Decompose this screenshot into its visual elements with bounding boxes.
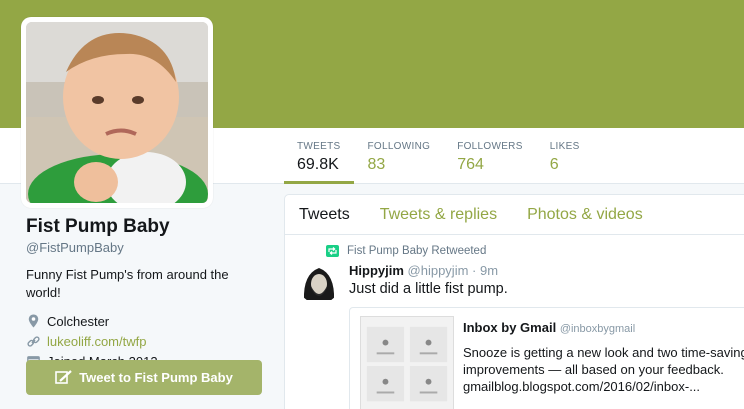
tweet-header: Hippyjim @hippyjim · 9m	[349, 262, 739, 279]
tweet-text: Just did a little fist pump.	[349, 281, 508, 297]
profile-stats: TWEETS 69.8K FOLLOWING 83 FOLLOWERS 764 …	[284, 128, 594, 184]
tweet-time[interactable]: 9m	[480, 263, 498, 278]
card-content: Inbox by Gmail @inboxbygmail Snooze is g…	[463, 319, 744, 395]
card-description: Snooze is getting a new look and two tim…	[463, 345, 744, 377]
stat-following[interactable]: FOLLOWING 83	[354, 128, 444, 184]
profile-handle[interactable]: @FistPumpBaby	[26, 239, 266, 257]
card-title: Inbox by Gmail	[463, 320, 557, 335]
profile-location-text: Colchester	[47, 313, 110, 329]
tweet-item[interactable]: Fist Pump Baby Retweeted Hippyjim @hippy…	[285, 235, 744, 304]
tab-tweets-replies[interactable]: Tweets & replies	[380, 195, 497, 234]
stat-label: LIKES	[549, 141, 580, 152]
link-card[interactable]: Inbox by Gmail @inboxbygmail Snooze is g…	[349, 307, 744, 409]
retweet-context: Fist Pump Baby Retweeted	[326, 243, 739, 259]
stat-label: TWEETS	[297, 141, 341, 152]
card-handle[interactable]: @inboxbygmail	[560, 323, 635, 335]
stat-followers[interactable]: FOLLOWERS 764	[444, 128, 537, 184]
stat-value: 83	[367, 156, 386, 173]
profile-bio: Funny Fist Pump's from around the world!	[26, 267, 229, 300]
profile-location: Colchester	[26, 311, 266, 331]
tab-tweets[interactable]: Tweets	[299, 195, 350, 234]
stat-tweets[interactable]: TWEETS 69.8K	[284, 128, 355, 184]
profile-avatar-frame[interactable]	[21, 17, 213, 208]
tweet-body: Hippyjim @hippyjim · 9m Just did a littl…	[349, 262, 739, 299]
card-header: Inbox by Gmail @inboxbygmail	[463, 319, 744, 338]
retweet-icon	[326, 245, 339, 257]
card-url[interactable]: gmailblog.blogspot.com/2016/02/inbox-...	[463, 378, 744, 395]
tweet-author-name[interactable]: Hippyjim	[349, 263, 404, 278]
tweet-to-button-label: Tweet to Fist Pump Baby	[79, 370, 233, 385]
tweet-to-button[interactable]: Tweet to Fist Pump Baby	[26, 360, 262, 395]
profile-avatar	[26, 22, 208, 203]
profile-website-link[interactable]: lukeoliff.com/twfp	[47, 334, 146, 349]
tweet-author-avatar[interactable]	[298, 262, 340, 304]
stat-value: 764	[457, 156, 484, 173]
link-icon	[26, 334, 40, 348]
profile-website: lukeoliff.com/twfp	[26, 331, 266, 351]
card-thumbnail	[360, 316, 454, 409]
stat-label: FOLLOWING	[367, 141, 431, 152]
tweet-author-handle[interactable]: @hippyjim	[408, 263, 469, 278]
tweet-separator: ·	[472, 263, 477, 278]
stat-value: 6	[549, 156, 559, 173]
profile-name[interactable]: Fist Pump Baby	[26, 215, 266, 239]
stat-value: 69.8K	[297, 156, 339, 173]
stat-label: FOLLOWERS	[457, 141, 523, 152]
location-pin-icon	[26, 314, 40, 328]
profile-card: Fist Pump Baby @FistPumpBaby Funny Fist …	[26, 215, 266, 371]
compose-icon	[55, 370, 73, 385]
stat-likes[interactable]: LIKES 6	[537, 128, 594, 184]
timeline: Tweets Tweets & replies Photos & videos …	[284, 194, 744, 409]
timeline-tabs: Tweets Tweets & replies Photos & videos	[285, 195, 744, 235]
retweet-label[interactable]: Fist Pump Baby Retweeted	[347, 245, 486, 257]
tab-photos-videos[interactable]: Photos & videos	[527, 195, 643, 234]
